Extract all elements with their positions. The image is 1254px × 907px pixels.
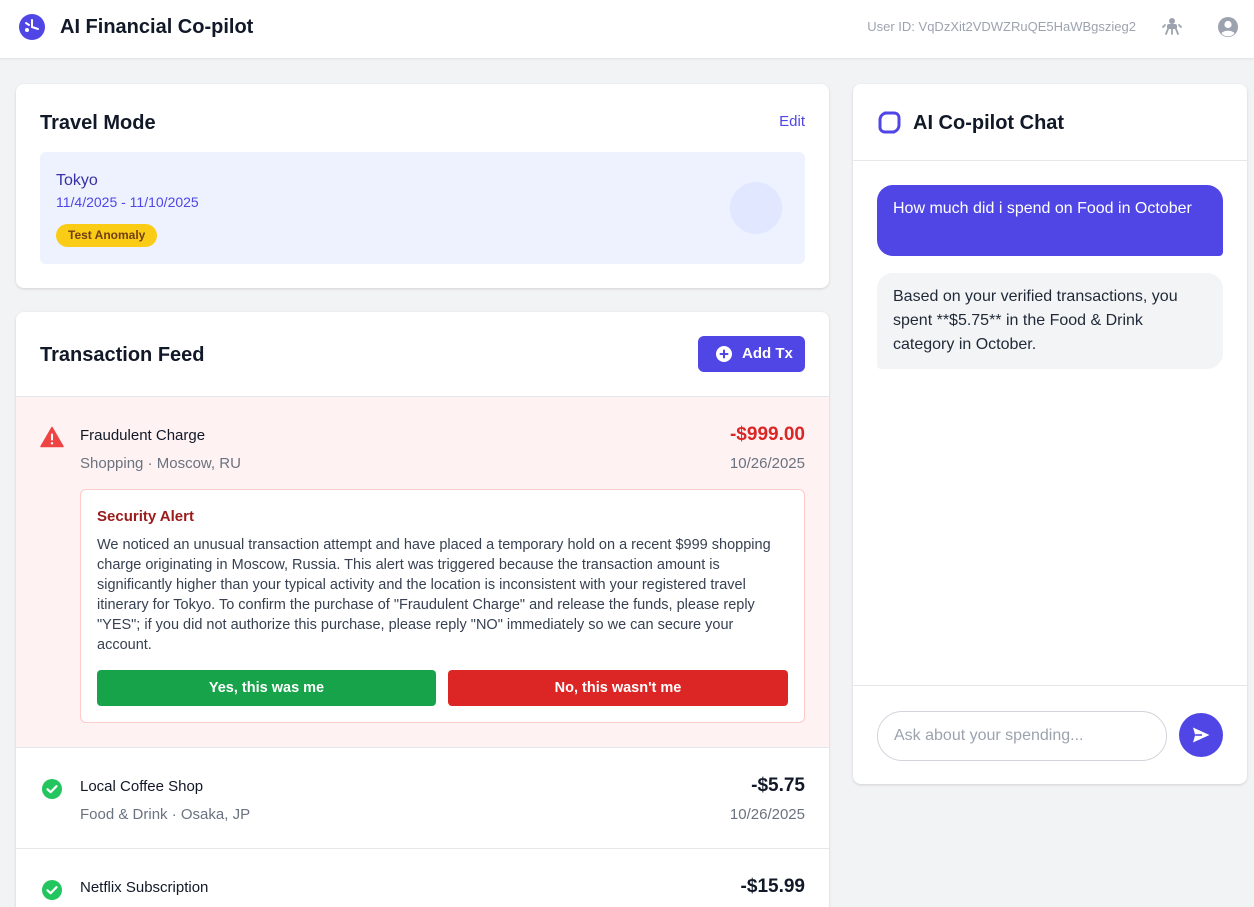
transaction-meta: Shopping · Moscow, RU [80, 455, 241, 472]
user-message: How much did i spend on Food in October [877, 185, 1223, 256]
user-circle-icon[interactable] [1217, 16, 1239, 38]
copilot-logo-icon [878, 111, 901, 134]
user-id: User ID: VqDzXit2VDWZRuQE5HaWBgszieg2 [867, 20, 1136, 34]
transaction-location: Moscow, RU [156, 455, 241, 472]
security-alert: Security Alert We noticed an unusual tra… [80, 489, 805, 723]
assistant-message: Based on your verified transactions, you… [877, 273, 1223, 369]
send-button[interactable] [1179, 713, 1223, 757]
transaction-date: 10/26/2025 [729, 455, 805, 472]
check-circle-icon [42, 880, 62, 900]
confirm-yes-button[interactable]: Yes, this was me [97, 670, 436, 706]
chat-input[interactable] [877, 711, 1167, 761]
plus-circle-icon [716, 346, 732, 362]
transaction-amount: -$15.99 [740, 876, 805, 897]
check-circle-icon [42, 779, 62, 799]
pie-chart-logo-icon[interactable] [18, 13, 46, 41]
confirm-no-button[interactable]: No, this wasn't me [448, 670, 788, 706]
transaction-row-flagged[interactable]: Fraudulent Charge Shopping · Moscow, RU … [16, 397, 829, 748]
trip-dates: 11/4/2025 - 11/10/2025 [56, 194, 199, 210]
trip-summary: Tokyo 11/4/2025 - 11/10/2025 Test Anomal… [40, 152, 805, 264]
app-title: AI Financial Co-pilot [60, 16, 254, 38]
top-header: AI Financial Co-pilot User ID: VqDzXit2V… [0, 0, 1254, 59]
transaction-location: Osaka, JP [180, 806, 251, 823]
meta-separator: · [167, 806, 181, 823]
transaction-category: Food & Drink [80, 806, 168, 823]
transaction-name: Local Coffee Shop [80, 778, 204, 795]
transaction-amount: -$5.75 [751, 775, 805, 796]
transaction-amount: -$999.00 [729, 424, 805, 445]
user-id-label: User ID: [867, 19, 919, 34]
chat-footer [853, 685, 1247, 784]
transaction-date: 10/26/2025 [729, 806, 805, 823]
globe-icon [730, 182, 782, 234]
edit-travel-link[interactable]: Edit [779, 114, 805, 130]
transaction-name: Fraudulent Charge [80, 427, 206, 444]
security-alert-body: We noticed an unusual transaction attemp… [97, 537, 771, 653]
security-alert-title: Security Alert [97, 508, 194, 525]
chat-card: AI Co-pilot Chat How much did i spend on… [853, 84, 1247, 784]
chat-title: AI Co-pilot Chat [913, 112, 1065, 134]
travel-mode-title: Travel Mode [40, 112, 156, 134]
user-id-value: VqDzXit2VDWZRuQE5HaWBgszieg2 [918, 19, 1136, 34]
travel-mode-card: Travel Mode Edit Tokyo 11/4/2025 - 11/10… [16, 84, 829, 288]
trip-city: Tokyo [56, 172, 98, 189]
chat-header: AI Co-pilot Chat [853, 84, 1247, 161]
feed-title: Transaction Feed [40, 344, 205, 366]
add-tx-label: Add Tx [742, 345, 793, 362]
puzzle-icon[interactable] [1161, 15, 1183, 37]
add-tx-button[interactable]: Add Tx [698, 336, 805, 372]
transaction-row[interactable]: Netflix Subscription -$15.99 [16, 849, 829, 907]
meta-separator: · [143, 455, 157, 472]
test-anomaly-button[interactable]: Test Anomaly [56, 224, 158, 247]
send-icon [1193, 727, 1210, 743]
transaction-feed-card: Transaction Feed Add Tx Fraudulent Charg… [16, 312, 829, 907]
transaction-row[interactable]: Local Coffee Shop Food & Drink · Osaka, … [16, 748, 829, 849]
transaction-category: Shopping [80, 455, 144, 472]
warning-triangle-icon [40, 426, 64, 448]
transaction-meta: Food & Drink · Osaka, JP [80, 806, 250, 823]
transaction-name: Netflix Subscription [80, 879, 209, 896]
feed-header: Transaction Feed Add Tx [16, 312, 829, 397]
